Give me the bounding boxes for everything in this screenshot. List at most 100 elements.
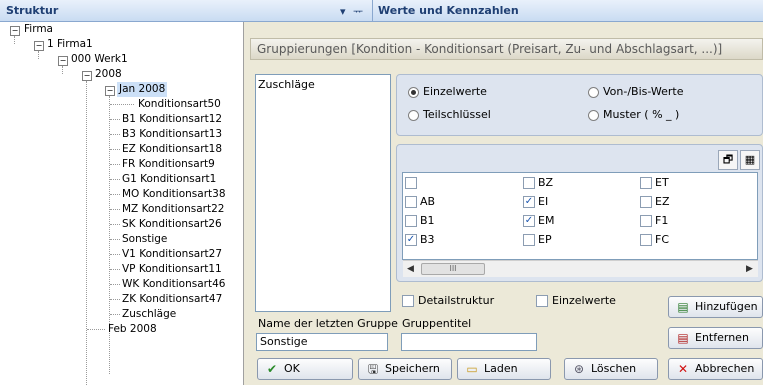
- detailstruktur-checkbox[interactable]: [402, 295, 414, 307]
- key-label: B1: [420, 214, 435, 227]
- value-mode-box: [396, 74, 763, 136]
- tree-leaf[interactable]: MZ Konditionsart22: [122, 202, 224, 217]
- tree-node-jan-2008[interactable]: Jan 2008: [117, 82, 168, 97]
- close-icon: ✕: [677, 362, 689, 376]
- key-checkbox[interactable]: [523, 234, 535, 246]
- values-panel-title: Werte und Kennzahlen: [378, 4, 519, 17]
- tree-leaf[interactable]: ZK Konditionsart47: [122, 292, 222, 307]
- key-checkbox-checked[interactable]: ✓: [523, 196, 535, 208]
- group-title-label: Gruppentitel: [402, 317, 472, 330]
- add-button[interactable]: ▤ Hinzufügen: [668, 296, 763, 318]
- key-checkbox[interactable]: [523, 177, 535, 189]
- tree-leaf[interactable]: Zuschläge: [122, 307, 176, 322]
- add-button-label: Hinzufügen: [695, 300, 758, 313]
- tree-guide: [110, 299, 120, 300]
- collapse-icon[interactable]: −: [105, 86, 115, 96]
- properties-icon[interactable]: 🗗: [718, 150, 738, 170]
- key-checkbox[interactable]: [405, 196, 417, 208]
- panel-pin-controls[interactable]: ▾ ᅲ: [340, 3, 363, 19]
- folder-icon: ▭: [466, 362, 478, 376]
- tree-leaf[interactable]: B3 Konditionsart13: [122, 127, 222, 142]
- tree-leaf[interactable]: G1 Konditionsart1: [122, 172, 216, 187]
- tree-leaf[interactable]: FR Konditionsart9: [122, 157, 215, 172]
- key-label: FC: [655, 233, 670, 246]
- scroll-thumb[interactable]: III: [421, 263, 485, 275]
- remove-icon: ▤: [677, 331, 689, 345]
- delete-button[interactable]: ⊛ Löschen: [564, 358, 658, 380]
- structure-panel-title: Struktur: [6, 4, 59, 17]
- radio-einzelwerte[interactable]: [408, 87, 419, 98]
- tree-node-feb-2008[interactable]: Feb 2008: [108, 322, 157, 337]
- einzelwerte-checkbox[interactable]: [536, 295, 548, 307]
- radio-muster-label[interactable]: Muster ( % _ ): [603, 108, 679, 121]
- key-checkbox[interactable]: [405, 177, 417, 189]
- radio-von-bis-label[interactable]: Von-/Bis-Werte: [603, 85, 684, 98]
- remove-button-label: Entfernen: [695, 331, 749, 344]
- radio-teilschluessel[interactable]: [408, 110, 419, 121]
- tree-guide: [110, 254, 120, 255]
- tree-leaf[interactable]: MO Konditionsart38: [122, 187, 226, 202]
- key-label: EZ: [655, 195, 670, 208]
- detailstruktur-label[interactable]: Detailstruktur: [418, 294, 494, 307]
- cancel-button-label: Abbrechen: [695, 362, 755, 375]
- tree-guide: [110, 314, 120, 315]
- key-checkbox-checked[interactable]: ✓: [405, 234, 417, 246]
- tree-guide: [110, 224, 120, 225]
- tree-leaf[interactable]: V1 Konditionsart27: [122, 247, 222, 262]
- radio-teilschluessel-label[interactable]: Teilschlüssel: [423, 108, 491, 121]
- group-list[interactable]: [255, 74, 391, 312]
- group-title-input[interactable]: [401, 333, 537, 351]
- radio-einzelwerte-label[interactable]: Einzelwerte: [423, 85, 487, 98]
- tree-leaf[interactable]: VP Konditionsart11: [122, 262, 222, 277]
- checkmark-icon: ✔: [266, 362, 278, 376]
- tree-leaf[interactable]: B1 Konditionsart12: [122, 112, 222, 127]
- collapse-icon[interactable]: −: [58, 56, 68, 66]
- floppy-disk-icon: 🖫: [367, 362, 379, 376]
- key-label: EP: [538, 233, 552, 246]
- load-button[interactable]: ▭ Laden: [457, 358, 551, 380]
- scroll-left-icon[interactable]: ◀: [407, 264, 414, 274]
- key-checkbox-checked[interactable]: ✓: [523, 215, 535, 227]
- einzelwerte-check-label[interactable]: Einzelwerte: [552, 294, 616, 307]
- tree-guide: [87, 329, 105, 330]
- key-checkbox[interactable]: [640, 215, 652, 227]
- radio-von-bis[interactable]: [588, 87, 599, 98]
- tree-guide: [110, 269, 120, 270]
- pin-icon[interactable]: ᅲ: [353, 5, 363, 18]
- tree-guide: [110, 104, 134, 105]
- tree-leaf[interactable]: EZ Konditionsart18: [122, 142, 222, 157]
- last-group-label: Name der letzten Gruppe: [258, 317, 398, 330]
- key-checklist[interactable]: [402, 172, 758, 260]
- group-list-item[interactable]: Zuschläge: [258, 78, 315, 91]
- save-button[interactable]: 🖫 Speichern: [358, 358, 452, 380]
- ok-button[interactable]: ✔ OK: [257, 358, 353, 380]
- grid-icon[interactable]: ▦: [740, 150, 760, 170]
- structure-tree[interactable]: − Firma − 1 Firma1 − 000 Werk1 − 2008 − …: [0, 22, 244, 385]
- panel-dropdown-icon[interactable]: ▾: [340, 5, 346, 18]
- last-group-input[interactable]: Sonstige: [256, 333, 388, 351]
- cancel-button[interactable]: ✕ Abbrechen: [668, 358, 763, 380]
- tree-leaf[interactable]: Konditionsart50: [138, 97, 221, 112]
- tree-guide: [110, 239, 120, 240]
- key-label: B3: [420, 233, 435, 246]
- collapse-icon[interactable]: −: [10, 26, 20, 36]
- tree-leaf[interactable]: SK Konditionsart26: [122, 217, 222, 232]
- tree-guide: [110, 194, 120, 195]
- key-checkbox[interactable]: [640, 177, 652, 189]
- remove-button[interactable]: ▤ Entfernen: [668, 327, 763, 349]
- collapse-icon[interactable]: −: [82, 71, 92, 81]
- tree-node-werk1[interactable]: 000 Werk1: [71, 52, 128, 67]
- tree-node-2008[interactable]: 2008: [95, 67, 122, 82]
- key-checkbox[interactable]: [405, 215, 417, 227]
- tree-node-firma[interactable]: Firma: [24, 22, 53, 37]
- tree-guide: [110, 164, 120, 165]
- tree-leaf[interactable]: WK Konditionsart46: [122, 277, 225, 292]
- collapse-icon[interactable]: −: [34, 41, 44, 51]
- radio-muster[interactable]: [588, 110, 599, 121]
- key-checkbox[interactable]: [640, 234, 652, 246]
- key-checkbox[interactable]: [640, 196, 652, 208]
- tree-node-firma1[interactable]: 1 Firma1: [47, 37, 93, 52]
- key-label: BZ: [538, 176, 554, 189]
- tree-leaf[interactable]: Sonstige: [122, 232, 167, 247]
- scroll-right-icon[interactable]: ▶: [746, 264, 753, 274]
